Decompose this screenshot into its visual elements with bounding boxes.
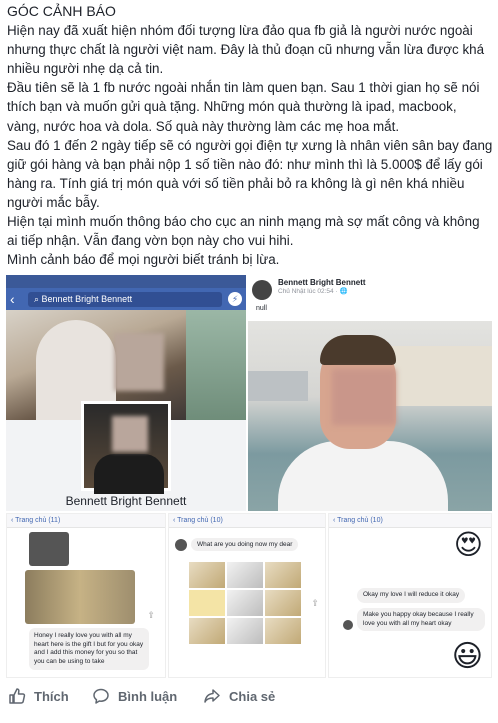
search-icon: ⌕ bbox=[34, 293, 42, 304]
heart-eyes-emoji-icon: 😍 bbox=[453, 529, 483, 560]
share-button[interactable]: Chia sẻ bbox=[203, 687, 275, 705]
hotel-building bbox=[382, 346, 492, 406]
car-window bbox=[186, 310, 246, 420]
like-button[interactable]: Thích bbox=[8, 687, 69, 705]
gift-item-photo bbox=[189, 590, 225, 616]
chat-header: ‹ Trang chủ (11) bbox=[7, 514, 165, 528]
white-shirt bbox=[278, 441, 448, 511]
share-icon: ⇪ bbox=[311, 598, 319, 608]
smile-emoji-icon: 😃 bbox=[451, 640, 483, 673]
sender-avatar bbox=[175, 538, 187, 551]
chat-header: ‹ Trang chủ (10) bbox=[169, 514, 325, 528]
photo-grid[interactable]: ‹ ⌕ Bennett Bright Bennett ⚡ Bennett Bri… bbox=[6, 275, 492, 678]
post-caption: null bbox=[256, 305, 267, 312]
sender-avatar bbox=[343, 620, 353, 630]
like-label: Thích bbox=[34, 688, 69, 704]
selfie-image bbox=[248, 321, 492, 511]
chat-message: What are you doing now my dear bbox=[191, 538, 299, 551]
blurred-face bbox=[112, 416, 148, 452]
search-text: Bennett Bright Bennett bbox=[41, 294, 133, 304]
share-label: Chia sẻ bbox=[229, 688, 276, 704]
back-link: ‹ Trang chủ (10) bbox=[333, 517, 383, 524]
comment-icon bbox=[93, 688, 109, 704]
blurred-face bbox=[114, 333, 164, 391]
hair bbox=[320, 335, 396, 365]
background-building bbox=[248, 371, 308, 401]
messenger-navbar: ‹ ⌕ Bennett Bright Bennett ⚡ bbox=[6, 288, 246, 310]
chat-screenshot-love[interactable]: ‹ Trang chủ (10) 😍 Okay my love I will r… bbox=[328, 513, 492, 678]
blurred-face bbox=[332, 369, 396, 425]
chat-row: What are you doing now my dear bbox=[175, 538, 299, 551]
post-paragraph: Hiện nay đã xuất hiện nhóm đối tượng lừa… bbox=[7, 23, 485, 77]
post-actions: Thích Bình luận Chia sẻ bbox=[0, 681, 498, 711]
post-paragraph: Hiện tại mình muốn thông báo cho cục an … bbox=[7, 214, 480, 249]
share-icon: ⇪ bbox=[147, 610, 155, 620]
status-bar bbox=[6, 275, 246, 288]
post-text: GÓC CẢNH BÁO Hiện nay đã xuất hiện nhóm … bbox=[7, 2, 493, 269]
gift-item-photo bbox=[265, 590, 301, 616]
comment-button[interactable]: Bình luận bbox=[92, 687, 177, 705]
gift-item-photo bbox=[265, 618, 301, 644]
messenger-icon: ⚡ bbox=[228, 292, 242, 306]
chat-message: Okay my love I will reduce it okay bbox=[357, 588, 466, 603]
poster-avatar bbox=[252, 280, 272, 300]
profile-name: Bennett Bright Bennett bbox=[65, 494, 187, 508]
chat-screenshot-gifts[interactable]: ‹ Trang chủ (11) ⇪ Honey I really love y… bbox=[6, 513, 166, 678]
back-link: ‹ Trang chủ (10) bbox=[173, 517, 223, 524]
post-paragraph: Mình cảnh báo để mọi người biết tránh bị… bbox=[7, 252, 280, 268]
avatar-shirt bbox=[94, 454, 164, 494]
chat-message: Honey I really love you with all my hear… bbox=[29, 628, 149, 670]
gift-item-photo bbox=[189, 618, 225, 644]
thumbs-up-icon bbox=[9, 688, 26, 704]
chat-message: Make you happy okay because I really lov… bbox=[357, 608, 485, 631]
gift-item-photo bbox=[227, 618, 263, 644]
post-paragraph: Đầu tiên sẽ là 1 fb nước ngoài nhắn tin … bbox=[7, 80, 480, 134]
post-header: Bennett Bright Bennett Chủ Nhật lúc 02:5… bbox=[248, 275, 492, 315]
photo-profile-screenshot[interactable]: ‹ ⌕ Bennett Bright Bennett ⚡ Bennett Bri… bbox=[6, 275, 246, 511]
gift-photo-money bbox=[25, 570, 135, 624]
gift-item-photo bbox=[189, 562, 225, 588]
gift-photo-ipad bbox=[29, 532, 69, 566]
gift-item-photo bbox=[265, 562, 301, 588]
post-title: GÓC CẢNH BÁO bbox=[7, 3, 116, 19]
poster-time: Chủ Nhật lúc 02:54 · 🌐 bbox=[278, 288, 348, 295]
chat-screenshot-items[interactable]: ‹ Trang chủ (10) What are you doing now … bbox=[168, 513, 326, 678]
chat-header: ‹ Trang chủ (10) bbox=[329, 514, 491, 528]
gift-photo-grid bbox=[189, 562, 301, 644]
back-arrow-icon: ‹ bbox=[10, 291, 15, 307]
share-arrow-icon bbox=[204, 689, 220, 703]
gift-item-photo bbox=[227, 590, 263, 616]
profile-avatar bbox=[81, 401, 171, 494]
gift-item-photo bbox=[227, 562, 263, 588]
back-link: ‹ Trang chủ (11) bbox=[11, 517, 61, 524]
poster-name: Bennett Bright Bennett bbox=[278, 278, 366, 287]
photo-selfie-post[interactable]: Bennett Bright Bennett Chủ Nhật lúc 02:5… bbox=[248, 275, 492, 511]
globe-icon: 🌐 bbox=[339, 288, 348, 295]
search-bar: ⌕ Bennett Bright Bennett bbox=[28, 291, 222, 307]
comment-label: Bình luận bbox=[118, 688, 178, 704]
post-paragraph: Sau đó 1 đến 2 ngày tiếp sẽ có người gọi… bbox=[7, 137, 493, 210]
